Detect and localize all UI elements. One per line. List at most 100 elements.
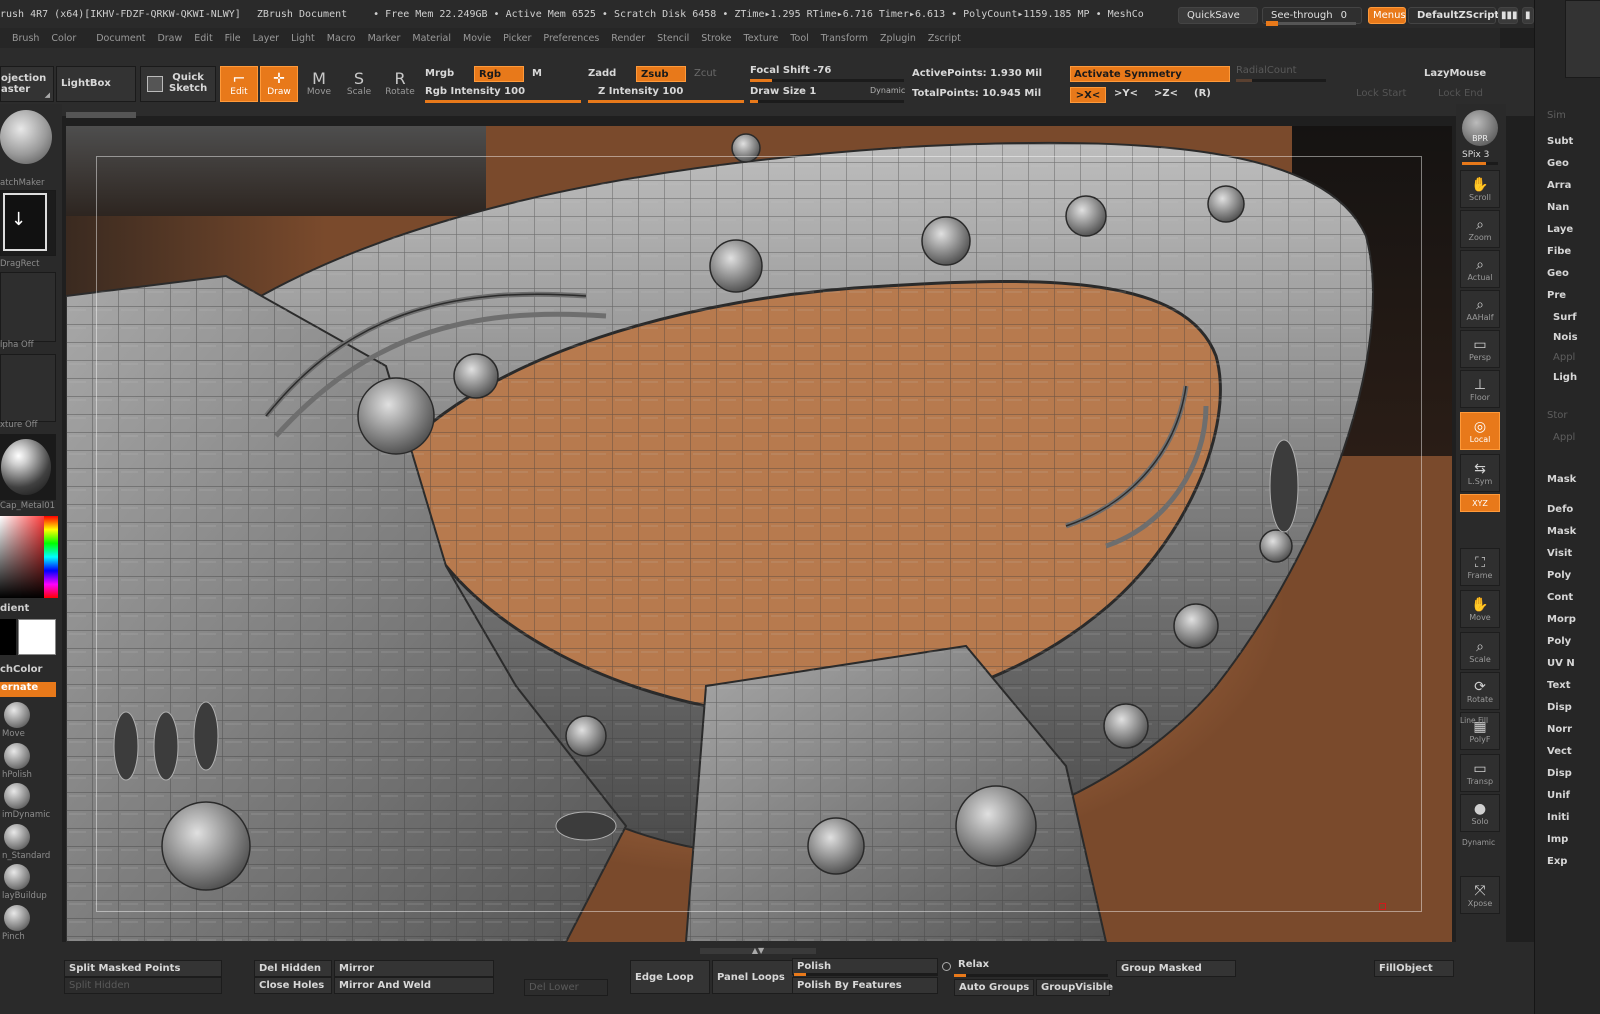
- menu-item-layer[interactable]: Layer: [247, 33, 286, 44]
- shelf-aahalf-button[interactable]: ⌕ AAHalf: [1460, 290, 1500, 328]
- mirror-and-weld-button[interactable]: Mirror And Weld: [334, 977, 494, 994]
- m-button[interactable]: M: [532, 68, 542, 79]
- tray-item-geo[interactable]: Geo: [1547, 268, 1569, 279]
- menu-item-document[interactable]: Document: [90, 33, 151, 44]
- tray-item-text[interactable]: Text: [1547, 680, 1571, 691]
- lazy-mouse-button[interactable]: LazyMouse: [1424, 68, 1486, 79]
- menu-item-picker[interactable]: Picker: [497, 33, 537, 44]
- tray-item-nois[interactable]: Nois: [1553, 332, 1578, 343]
- shelf-transp-button[interactable]: ▭ Transp: [1460, 754, 1500, 792]
- brush-icon-0[interactable]: [4, 702, 30, 728]
- tray-item-mask[interactable]: Mask: [1547, 474, 1576, 485]
- default-zscript-button[interactable]: DefaultZScript: [1408, 7, 1499, 24]
- shelf-lsym-button[interactable]: ⇆ L.Sym: [1460, 454, 1500, 492]
- tray-item-poly[interactable]: Poly: [1547, 570, 1571, 581]
- brush-icon-2[interactable]: [4, 783, 30, 809]
- shelf-local-button[interactable]: ◎ Local: [1460, 412, 1500, 450]
- tray-item-pre[interactable]: Pre: [1547, 290, 1566, 301]
- brush-icon-4[interactable]: [4, 864, 30, 890]
- radial-count-slider[interactable]: [1236, 79, 1326, 82]
- zcut-button[interactable]: Zcut: [694, 68, 717, 79]
- menus-button[interactable]: Menus: [1368, 7, 1406, 24]
- mrgb-button[interactable]: Mrgb: [425, 68, 454, 79]
- zsub-button[interactable]: Zsub: [636, 66, 686, 82]
- tray-item-norr[interactable]: Norr: [1547, 724, 1572, 735]
- menu-item-marker[interactable]: Marker: [362, 33, 407, 44]
- polish-track[interactable]: [794, 973, 938, 976]
- menu-item-tool[interactable]: Tool: [784, 33, 814, 44]
- edit-button[interactable]: ⌐ Edit: [220, 66, 258, 102]
- bpr-render-button[interactable]: BPR: [1462, 110, 1498, 146]
- tray-item-surf[interactable]: Surf: [1553, 312, 1577, 323]
- lock-start-button[interactable]: Lock Start: [1356, 88, 1406, 99]
- projection-master-button[interactable]: ojection aster ◢: [0, 66, 54, 102]
- scale-button[interactable]: S Scale: [340, 66, 378, 102]
- tray-item-arra[interactable]: Arra: [1547, 180, 1571, 191]
- tray-item-appl[interactable]: Appl: [1553, 352, 1575, 363]
- menu-item-render[interactable]: Render: [605, 33, 651, 44]
- rgb-intensity-slider[interactable]: [425, 100, 581, 103]
- draw-size-slider[interactable]: [750, 100, 904, 103]
- brush-icon-3[interactable]: [4, 823, 30, 850]
- menu-item-edit[interactable]: Edit: [188, 33, 218, 44]
- draw-button[interactable]: ✛ Draw: [260, 66, 298, 102]
- menu-item-texture[interactable]: Texture: [738, 33, 785, 44]
- spix-control[interactable]: SPix 3: [1462, 150, 1489, 160]
- tray-item-subt[interactable]: Subt: [1547, 136, 1573, 147]
- tray-item-geo[interactable]: Geo: [1547, 158, 1569, 169]
- menu-item-stencil[interactable]: Stencil: [651, 33, 695, 44]
- focal-shift-slider[interactable]: [750, 79, 904, 82]
- tray-item-cont[interactable]: Cont: [1547, 592, 1573, 603]
- shelf-xpose-button[interactable]: ⤧ Xpose: [1460, 876, 1500, 914]
- tray-item-stor[interactable]: Stor: [1547, 410, 1568, 421]
- lock-end-button[interactable]: Lock End: [1438, 88, 1483, 99]
- menu-item-color[interactable]: Color: [45, 33, 82, 44]
- main-color-swatch[interactable]: [18, 619, 56, 655]
- tray-item-ligh[interactable]: Ligh: [1553, 372, 1577, 383]
- gradient-caption[interactable]: dient: [0, 603, 56, 614]
- brush-icon-1[interactable]: [4, 742, 30, 769]
- menu-item-transform[interactable]: Transform: [815, 33, 874, 44]
- menu-item-zplugin[interactable]: Zplugin: [874, 33, 922, 44]
- tray-item-mask[interactable]: Mask: [1547, 526, 1576, 537]
- material-thumbnail[interactable]: [0, 434, 56, 500]
- shelf-move-button[interactable]: ✋ Move: [1460, 590, 1500, 628]
- menu-item-light[interactable]: Light: [285, 33, 321, 44]
- tray-item-disp[interactable]: Disp: [1547, 702, 1572, 713]
- menu-item-brush[interactable]: Brush: [6, 33, 45, 44]
- shelf-rotate-button[interactable]: ⟳ Rotate: [1460, 672, 1500, 710]
- horizontal-scroll-indicator[interactable]: [66, 112, 136, 118]
- menu-item-zscript[interactable]: Zscript: [922, 33, 967, 44]
- tray-item-defo[interactable]: Defo: [1547, 504, 1573, 515]
- sym-z-button[interactable]: >Z<: [1154, 88, 1178, 99]
- see-through-track[interactable]: [1266, 21, 1356, 26]
- relax-toggle[interactable]: Relax: [958, 959, 989, 970]
- layout-toggle-2[interactable]: ▮: [1522, 7, 1534, 24]
- stroke-thumbnail[interactable]: ↓: [0, 190, 56, 256]
- relax-track[interactable]: [954, 974, 1108, 977]
- polish-by-features-slider[interactable]: Polish By Features: [792, 977, 938, 994]
- sym-y-button[interactable]: >Y<: [1114, 88, 1138, 99]
- tray-item-nan[interactable]: Nan: [1547, 202, 1569, 213]
- tray-item-unif[interactable]: Unif: [1547, 790, 1570, 801]
- tray-item-exp[interactable]: Exp: [1547, 856, 1567, 867]
- tray-item-poly[interactable]: Poly: [1547, 636, 1571, 647]
- menu-item-stroke[interactable]: Stroke: [695, 33, 737, 44]
- menu-item-material[interactable]: Material: [406, 33, 457, 44]
- menu-item-macro[interactable]: Macro: [321, 33, 362, 44]
- menu-item-preferences[interactable]: Preferences: [537, 33, 605, 44]
- spix-slider[interactable]: [1462, 162, 1498, 165]
- dynamic-toggle[interactable]: Dynamic: [870, 86, 905, 95]
- shelf-persp-button[interactable]: ▭ Persp: [1460, 330, 1500, 368]
- tray-item-imp[interactable]: Imp: [1547, 834, 1568, 845]
- tray-item-vect[interactable]: Vect: [1547, 746, 1572, 757]
- shelf-floor-button[interactable]: ⊥ Floor: [1460, 370, 1500, 408]
- tray-item-laye[interactable]: Laye: [1547, 224, 1573, 235]
- current-brush-thumbnail[interactable]: [0, 110, 52, 164]
- secondary-color-swatch[interactable]: [0, 619, 16, 655]
- shelf-scale-button[interactable]: ⌕ Scale: [1460, 632, 1500, 670]
- resize-handle[interactable]: ▲▼: [700, 947, 816, 955]
- rgb-button[interactable]: Rgb: [474, 66, 524, 82]
- del-lower-button[interactable]: Del Lower: [524, 979, 608, 996]
- tray-item-visit[interactable]: Visit: [1547, 548, 1572, 559]
